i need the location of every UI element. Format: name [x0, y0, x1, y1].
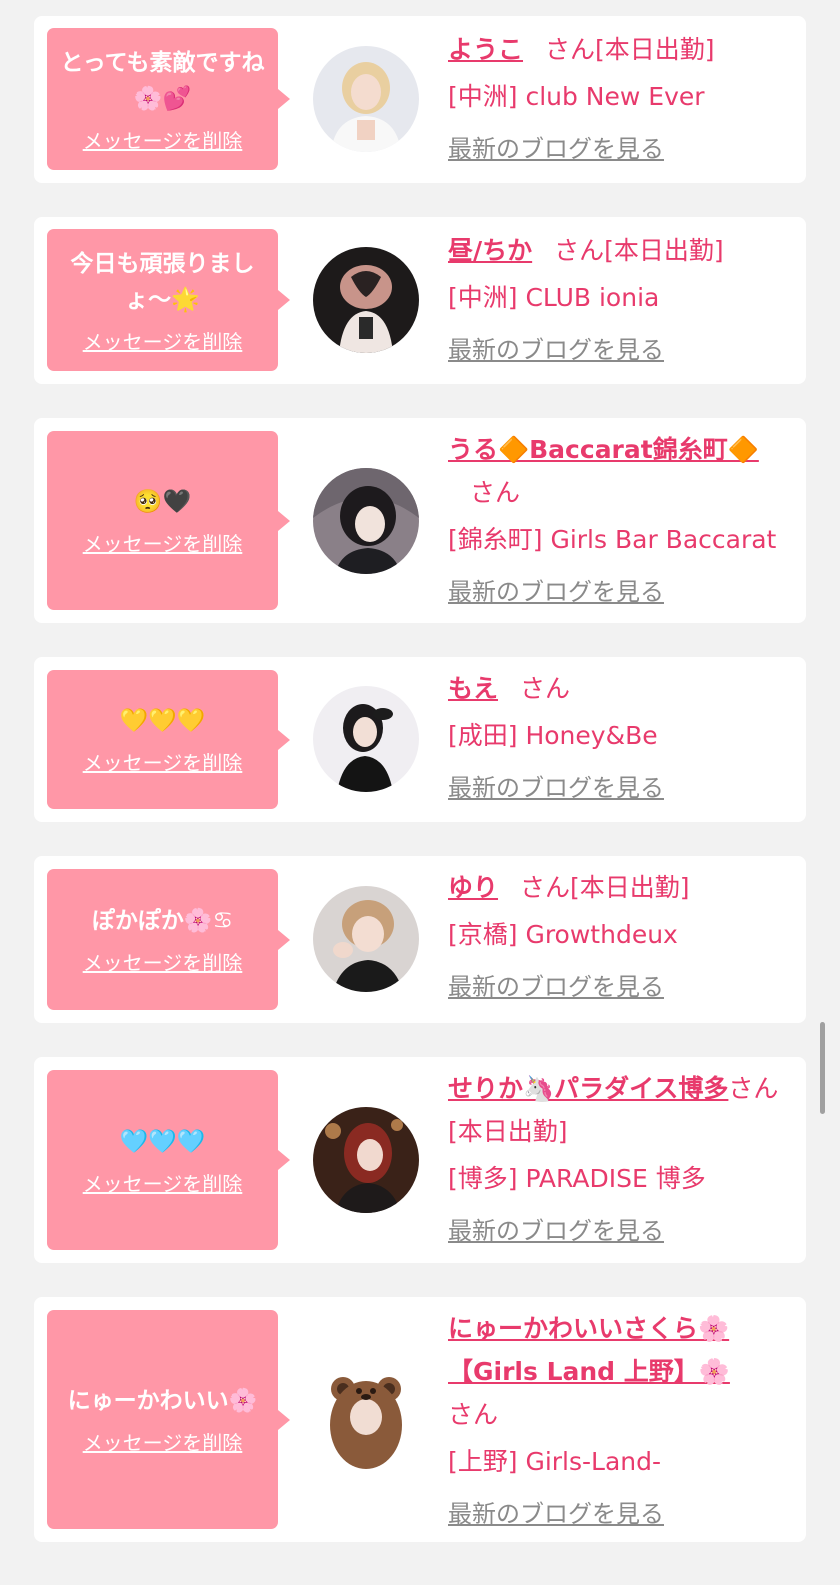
cast-name-link[interactable]: にゅーかわいいさくら🌸【Girls Land 上野】🌸: [448, 1314, 730, 1386]
latest-blog-link[interactable]: 最新のブログを見る: [448, 127, 664, 171]
attendance-status: [本日出勤]: [595, 35, 715, 64]
delete-message-link[interactable]: メッセージを削除: [83, 528, 243, 557]
latest-blog-link[interactable]: 最新のブログを見る: [448, 1492, 664, 1536]
message-text: 今日も頑張りましょ〜🌟: [70, 250, 255, 313]
message-bubble: ぽかぽか🌸♋ メッセージを削除: [47, 869, 290, 1010]
delete-message-link[interactable]: メッセージを削除: [83, 125, 243, 154]
cast-name-link[interactable]: もえ: [448, 674, 498, 703]
cast-name-link[interactable]: 昼/ちか: [448, 236, 532, 265]
shop-name: [博多] PARADISE 博多: [448, 1164, 706, 1193]
delete-message-link[interactable]: メッセージを削除: [83, 947, 243, 976]
card-info: にゅーかわいいさくら🌸【Girls Land 上野】🌸 さん [上野] Girls…: [448, 1309, 793, 1536]
scrollbar[interactable]: [820, 1022, 825, 1114]
bear-costume-avatar-icon: [330, 1377, 402, 1469]
shop-name: [成田] Honey&Be: [448, 721, 658, 750]
shop-name: [中洲] club New Ever: [448, 82, 705, 111]
message-bubble: にゅーかわいい🌸 メッセージを削除: [47, 1310, 290, 1529]
latest-blog-link[interactable]: 最新のブログを見る: [448, 965, 664, 1009]
avatar[interactable]: [313, 46, 419, 152]
avatar[interactable]: [313, 468, 419, 574]
message-text: とっても素敵ですね🌸💕: [60, 49, 265, 112]
message-card: ぽかぽか🌸♋ メッセージを削除 ゆり さん[本日出勤] [京橋] Growthde…: [34, 856, 806, 1023]
message-card: とっても素敵ですね🌸💕 メッセージを削除 ようこ さん[本日出勤] [中洲] cl…: [34, 16, 806, 183]
cast-name-link[interactable]: せりか🦄パラダイス博多: [448, 1074, 728, 1103]
message-card: 🩵🩵🩵 メッセージを削除 せりか🦄パラダイス博多さん [本日出勤] [博多] PA…: [34, 1057, 806, 1263]
message-bubble: 💛💛💛 メッセージを削除: [47, 670, 290, 809]
avatar[interactable]: [313, 247, 419, 353]
message-text: にゅーかわいい🌸: [67, 1388, 258, 1414]
cast-name-link[interactable]: うる🔶Baccarat錦糸町🔶: [448, 435, 759, 464]
attendance-status: [本日出勤]: [570, 873, 690, 902]
attendance-status: [本日出勤]: [448, 1117, 568, 1146]
avatar[interactable]: [313, 1107, 419, 1213]
delete-message-link[interactable]: メッセージを削除: [83, 1427, 243, 1456]
cast-name-link[interactable]: ようこ: [448, 35, 523, 64]
message-bubble: とっても素敵ですね🌸💕 メッセージを削除: [47, 28, 290, 170]
attendance-status: [本日出勤]: [604, 236, 724, 265]
woman-heart-hands-avatar-icon: [313, 247, 419, 353]
shop-name: [錦糸町] Girls Bar Baccarat: [448, 525, 777, 554]
woman-selfie-avatar-icon: [313, 886, 419, 992]
latest-blog-link[interactable]: 最新のブログを見る: [448, 766, 664, 810]
card-info: もえ さん [成田] Honey&Be 最新のブログを見る: [448, 669, 793, 810]
woman-red-hair-avatar-icon: [313, 1107, 419, 1213]
message-text: 🩵🩵🩵: [119, 1128, 206, 1155]
message-card: にゅーかわいい🌸 メッセージを削除 にゅーかわいいさくら🌸【Girls Land…: [34, 1297, 806, 1542]
latest-blog-link[interactable]: 最新のブログを見る: [448, 1209, 664, 1253]
message-card: 今日も頑張りましょ〜🌟 メッセージを削除 昼/ちか さん[本日出勤] [中洲] C…: [34, 217, 806, 384]
message-bubble: 今日も頑張りましょ〜🌟 メッセージを削除: [47, 229, 290, 371]
card-info: せりか🦄パラダイス博多さん [本日出勤] [博多] PARADISE 博多 最新の…: [448, 1069, 793, 1253]
cast-name-link[interactable]: ゆり: [448, 873, 498, 902]
message-card: 🥺🖤 メッセージを削除 うる🔶Baccarat錦糸町🔶 さん [錦糸町] Girl…: [34, 418, 806, 623]
delete-message-link[interactable]: メッセージを削除: [83, 1168, 243, 1197]
honorific: さん: [448, 1400, 499, 1429]
message-bubble: 🩵🩵🩵 メッセージを削除: [47, 1070, 290, 1250]
message-card: 💛💛💛 メッセージを削除 もえ さん [成田] Honey&Be 最新のブログを見…: [34, 657, 806, 822]
message-text: 🥺🖤: [133, 489, 192, 515]
delete-message-link[interactable]: メッセージを削除: [83, 326, 243, 355]
avatar[interactable]: [313, 686, 419, 792]
honorific: さん: [545, 35, 596, 64]
shop-name: [京橋] Growthdeux: [448, 920, 678, 949]
latest-blog-link[interactable]: 最新のブログを見る: [448, 328, 664, 372]
card-info: ようこ さん[本日出勤] [中洲] club New Ever 最新のブログを見る: [448, 30, 793, 171]
honorific: さん: [520, 674, 571, 703]
shop-name: [上野] Girls-Land-: [448, 1447, 662, 1476]
latest-blog-link[interactable]: 最新のブログを見る: [448, 570, 664, 614]
avatar[interactable]: [313, 1367, 419, 1473]
card-info: 昼/ちか さん[本日出勤] [中洲] CLUB ionia 最新のブログを見る: [448, 231, 793, 372]
message-bubble: 🥺🖤 メッセージを削除: [47, 431, 290, 610]
honorific: さん: [728, 1074, 779, 1103]
woman-dark-hair-avatar-icon: [313, 468, 419, 574]
woman-blonde-avatar-icon: [313, 46, 419, 152]
card-info: うる🔶Baccarat錦糸町🔶 さん [錦糸町] Girls Bar Baccar…: [448, 430, 793, 614]
avatar[interactable]: [313, 886, 419, 992]
card-info: ゆり さん[本日出勤] [京橋] Growthdeux 最新のブログを見る: [448, 868, 793, 1009]
delete-message-link[interactable]: メッセージを削除: [83, 747, 243, 776]
honorific: さん: [554, 236, 605, 265]
message-text: 💛💛💛: [119, 708, 206, 734]
woman-black-dress-avatar-icon: [313, 686, 419, 792]
message-text: ぽかぽか🌸♋: [91, 908, 234, 934]
shop-name: [中洲] CLUB ionia: [448, 283, 660, 312]
honorific: さん: [520, 873, 571, 902]
honorific: さん: [470, 478, 521, 507]
